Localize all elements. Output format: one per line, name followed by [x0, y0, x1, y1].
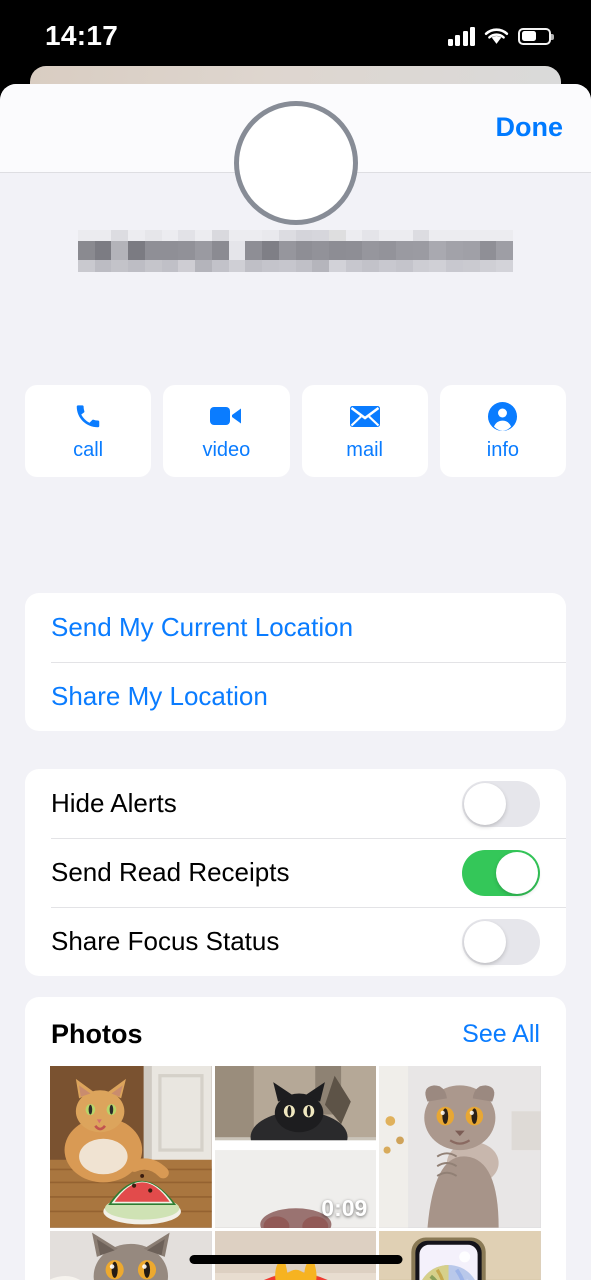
- photo-grid: 0:09: [25, 1066, 566, 1280]
- done-button[interactable]: Done: [496, 112, 564, 143]
- video-duration-badge: 0:09: [321, 1194, 368, 1221]
- sheet-scroll-body[interactable]: call video mail info Send My Current Loc…: [0, 101, 591, 1280]
- home-indicator[interactable]: [189, 1255, 402, 1264]
- envelope-icon: [349, 400, 381, 432]
- photos-title: Photos: [51, 1019, 143, 1049]
- person-circle-icon: [487, 400, 518, 432]
- toggle-knob: [464, 920, 506, 963]
- send-my-current-location-label: Send My Current Location: [51, 612, 354, 642]
- cellular-signal-icon: [447, 26, 475, 46]
- share-my-location-label: Share My Location: [51, 681, 268, 711]
- avatar-circle: [233, 101, 358, 225]
- photo-art-scottish-fold: [379, 1066, 541, 1228]
- video-button-label: video: [202, 439, 251, 461]
- share-focus-status-toggle[interactable]: [462, 918, 540, 965]
- contact-action-buttons: call video mail info: [25, 385, 566, 477]
- location-options-card: Send My Current Location Share My Locati…: [25, 593, 566, 731]
- contact-avatar[interactable]: [233, 101, 358, 225]
- photo-art-phone-embroidery: [379, 1230, 541, 1280]
- photo-art-meowing-cat: [50, 1230, 212, 1280]
- photo-thumbnail[interactable]: [50, 1230, 212, 1280]
- wifi-icon: [484, 27, 509, 44]
- toggle-knob: [496, 851, 538, 894]
- battery-icon: [518, 27, 554, 45]
- contact-details-sheet: Done call video mail info Send My Curren…: [0, 84, 591, 1280]
- mail-button-label: mail: [346, 439, 383, 461]
- send-read-receipts-row[interactable]: Send Read Receipts: [25, 838, 566, 907]
- video-camera-icon: [209, 400, 243, 432]
- conversation-settings-card: Hide Alerts Send Read Receipts Share Foc…: [25, 769, 566, 976]
- photos-card: Photos See All 0:09: [25, 997, 566, 1280]
- photos-header: Photos See All: [25, 997, 566, 1066]
- photo-art-cat-watermelon: [50, 1066, 212, 1228]
- send-read-receipts-label: Send Read Receipts: [51, 857, 290, 887]
- hide-alerts-label: Hide Alerts: [51, 788, 177, 818]
- photo-thumbnail[interactable]: [379, 1230, 541, 1280]
- hide-alerts-row[interactable]: Hide Alerts: [25, 769, 566, 838]
- call-button-label: call: [73, 439, 104, 461]
- toggle-knob: [464, 782, 506, 825]
- photo-thumbnail[interactable]: 0:09: [214, 1066, 377, 1228]
- info-button[interactable]: info: [439, 385, 566, 477]
- mail-button[interactable]: mail: [301, 385, 428, 477]
- share-focus-status-label: Share Focus Status: [51, 926, 280, 956]
- photo-thumbnail[interactable]: [50, 1066, 212, 1228]
- send-read-receipts-toggle[interactable]: [462, 849, 540, 896]
- share-my-location-row[interactable]: Share My Location: [25, 662, 566, 731]
- video-button[interactable]: video: [163, 385, 290, 477]
- status-bar-clock: 14:17: [45, 20, 119, 51]
- phone-icon: [73, 400, 103, 432]
- info-button-label: info: [486, 439, 519, 461]
- status-bar: 14:17: [0, 0, 591, 68]
- contact-name-redacted: [78, 230, 513, 272]
- photo-thumbnail[interactable]: [379, 1066, 541, 1228]
- see-all-button[interactable]: See All: [462, 1020, 540, 1049]
- status-bar-icons: [447, 24, 554, 48]
- send-my-current-location-row[interactable]: Send My Current Location: [25, 593, 566, 662]
- hide-alerts-toggle[interactable]: [462, 780, 540, 827]
- phone-screen: 14:17 Done call video mail info Send My …: [0, 0, 591, 1280]
- share-focus-status-row[interactable]: Share Focus Status: [25, 907, 566, 976]
- call-button[interactable]: call: [25, 385, 152, 477]
